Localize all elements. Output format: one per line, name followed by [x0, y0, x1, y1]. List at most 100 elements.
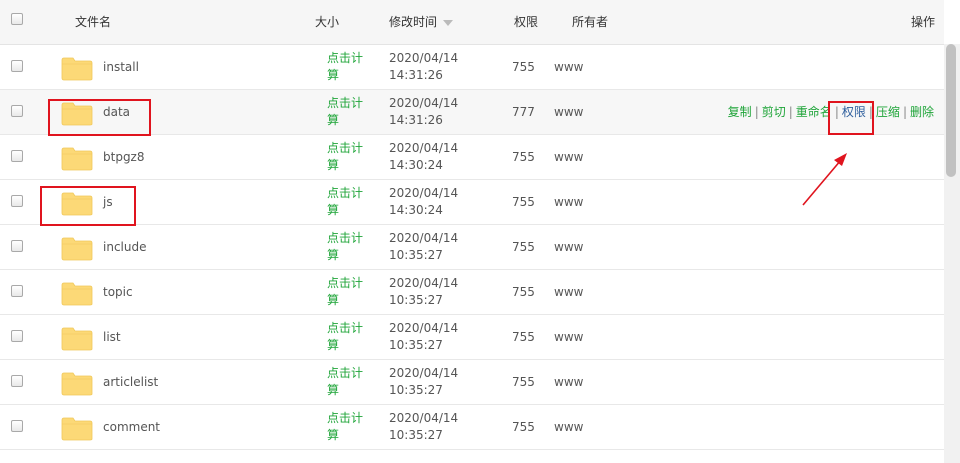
- permission-value: 755: [512, 285, 535, 299]
- separator: |: [788, 105, 793, 119]
- modified-clock: 10:35:27: [389, 293, 443, 307]
- modified-date: 2020/04/14: [389, 231, 459, 245]
- table-row[interactable]: install 点击计算 2020/04/14 14:31:26 755 www: [0, 45, 944, 90]
- row-checkbox[interactable]: [11, 285, 23, 297]
- copy-link[interactable]: 复制: [728, 105, 752, 119]
- calc-size-link[interactable]: 点击计算: [327, 230, 367, 264]
- owner-value: www: [554, 105, 584, 119]
- folder-icon[interactable]: [61, 327, 93, 351]
- folder-icon[interactable]: [61, 147, 93, 171]
- folder-icon[interactable]: [61, 282, 93, 306]
- file-name[interactable]: topic: [103, 270, 133, 314]
- modified-clock: 14:31:26: [389, 113, 443, 127]
- header-modified[interactable]: 修改时间: [389, 0, 454, 44]
- calc-size-link[interactable]: 点击计算: [327, 185, 367, 219]
- scrollbar-thumb[interactable]: [946, 44, 956, 177]
- folder-icon[interactable]: [61, 372, 93, 396]
- row-checkbox[interactable]: [11, 330, 23, 342]
- calc-size-link[interactable]: 点击计算: [327, 275, 367, 309]
- owner-value: www: [554, 285, 584, 299]
- owner-value: www: [554, 420, 584, 434]
- sort-desc-icon[interactable]: [443, 19, 454, 26]
- file-name[interactable]: list: [103, 315, 121, 359]
- table-row[interactable]: include 点击计算 2020/04/14 10:35:27 755 www: [0, 225, 944, 270]
- row-checkbox[interactable]: [11, 420, 23, 432]
- calc-size-link[interactable]: 点击计算: [327, 140, 367, 174]
- row-checkbox[interactable]: [11, 105, 23, 117]
- table-row[interactable]: comment 点击计算 2020/04/14 10:35:27 755 www: [0, 405, 944, 450]
- select-all-checkbox[interactable]: [11, 13, 23, 25]
- table-row[interactable]: list 点击计算 2020/04/14 10:35:27 755 www: [0, 315, 944, 360]
- row-checkbox[interactable]: [11, 150, 23, 162]
- modified-clock: 10:35:27: [389, 428, 443, 442]
- modified-clock: 14:30:24: [389, 203, 443, 217]
- folder-icon[interactable]: [61, 57, 93, 81]
- folder-icon[interactable]: [61, 192, 93, 216]
- permission-value: 755: [512, 375, 535, 389]
- modified-time: 2020/04/14 14:31:26: [389, 50, 458, 84]
- row-checkbox[interactable]: [11, 240, 23, 252]
- modified-time: 2020/04/14 10:35:27: [389, 410, 458, 444]
- modified-time: 2020/04/14 10:35:27: [389, 365, 458, 399]
- modified-date: 2020/04/14: [389, 186, 459, 200]
- separator: |: [902, 105, 907, 119]
- modified-clock: 14:31:26: [389, 68, 443, 82]
- row-checkbox[interactable]: [11, 375, 23, 387]
- cut-link[interactable]: 剪切: [762, 105, 786, 119]
- calc-size-link[interactable]: 点击计算: [327, 50, 367, 84]
- separator: |: [754, 105, 759, 119]
- file-name[interactable]: include: [103, 225, 146, 269]
- delete-link[interactable]: 删除: [910, 105, 934, 119]
- modified-date: 2020/04/14: [389, 141, 459, 155]
- header-actions: 操作: [911, 15, 936, 29]
- permission-link[interactable]: 权限: [842, 105, 866, 119]
- file-name[interactable]: articlelist: [103, 360, 158, 404]
- folder-icon[interactable]: [61, 237, 93, 261]
- owner-value: www: [554, 375, 584, 389]
- modified-time: 2020/04/14 10:35:27: [389, 320, 458, 354]
- permission-value: 755: [512, 420, 535, 434]
- table-row[interactable]: topic 点击计算 2020/04/14 10:35:27 755 www: [0, 270, 944, 315]
- header-owner[interactable]: 所有者: [572, 0, 608, 44]
- file-name[interactable]: install: [103, 45, 139, 89]
- permission-value: 755: [512, 150, 535, 164]
- table-row[interactable]: articlelist 点击计算 2020/04/14 10:35:27 755 www: [0, 360, 944, 405]
- calc-size-link[interactable]: 点击计算: [327, 95, 367, 129]
- header-size[interactable]: 大小: [315, 0, 339, 44]
- modified-time: 2020/04/14 14:31:26: [389, 95, 458, 129]
- row-checkbox[interactable]: [11, 60, 23, 72]
- modified-date: 2020/04/14: [389, 51, 459, 65]
- modified-date: 2020/04/14: [389, 366, 459, 380]
- permission-value: 777: [512, 105, 535, 119]
- compress-link[interactable]: 压缩: [876, 105, 900, 119]
- table-row[interactable]: js 点击计算 2020/04/14 14:30:24 755 www: [0, 180, 944, 225]
- row-actions: 复制 | 剪切 | 重命名 | 权限 | 压缩 | 删除: [728, 90, 934, 134]
- folder-icon[interactable]: [61, 417, 93, 441]
- file-name[interactable]: btpgz8: [103, 135, 145, 179]
- modified-clock: 10:35:27: [389, 383, 443, 397]
- header-permission[interactable]: 权限: [514, 0, 538, 44]
- permission-value: 755: [512, 195, 535, 209]
- modified-time: 2020/04/14 10:35:27: [389, 230, 458, 264]
- file-table-header: 文件名 大小 修改时间 权限 所有者 操作: [0, 0, 944, 45]
- rename-link[interactable]: 重命名: [796, 105, 832, 119]
- modified-date: 2020/04/14: [389, 276, 459, 290]
- file-name[interactable]: data: [103, 90, 130, 134]
- modified-time: 2020/04/14 10:35:27: [389, 275, 458, 309]
- row-checkbox[interactable]: [11, 195, 23, 207]
- calc-size-link[interactable]: 点击计算: [327, 365, 367, 399]
- table-row[interactable]: btpgz8 点击计算 2020/04/14 14:30:24 755 www: [0, 135, 944, 180]
- separator: |: [868, 105, 873, 119]
- file-name[interactable]: js: [103, 180, 113, 224]
- permission-value: 755: [512, 240, 535, 254]
- table-row[interactable]: data 点击计算 2020/04/14 14:31:26 777 www 复制 | 剪切 | 重命…: [0, 90, 944, 135]
- permission-value: 755: [512, 330, 535, 344]
- header-filename[interactable]: 文件名: [75, 0, 111, 44]
- calc-size-link[interactable]: 点击计算: [327, 320, 367, 354]
- modified-time: 2020/04/14 14:30:24: [389, 185, 458, 219]
- modified-date: 2020/04/14: [389, 321, 459, 335]
- calc-size-link[interactable]: 点击计算: [327, 410, 367, 444]
- modified-clock: 10:35:27: [389, 248, 443, 262]
- folder-icon[interactable]: [61, 102, 93, 126]
- file-name[interactable]: comment: [103, 405, 160, 449]
